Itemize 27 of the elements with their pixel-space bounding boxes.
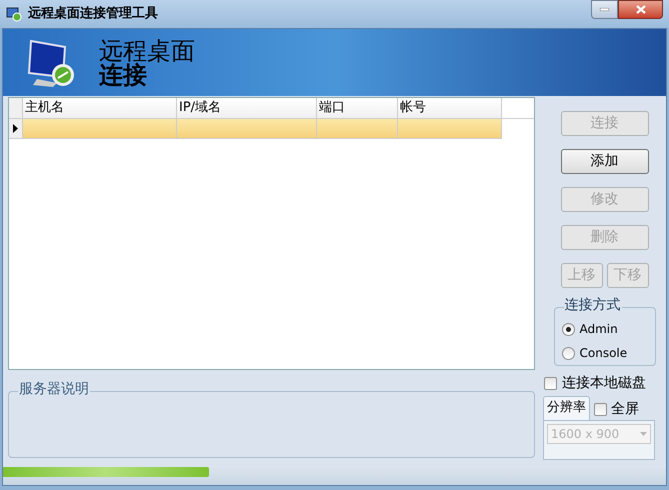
column-header[interactable]: 端口 (317, 98, 398, 118)
column-header[interactable]: 帐号 (398, 98, 502, 118)
group-label: 连接方式 (564, 296, 622, 314)
window-title: 远程桌面连接管理工具 (28, 4, 158, 24)
radio-button[interactable] (562, 322, 574, 336)
tab[interactable]: 分辨率 (543, 396, 590, 420)
close-button[interactable] (618, 0, 663, 19)
banner-title: 远程桌面 (99, 38, 195, 62)
checkbox-label: 全屏 (611, 400, 639, 418)
action-button[interactable]: 添加 (560, 149, 648, 174)
checkbox[interactable] (544, 377, 557, 390)
group-label: 服务器说明 (18, 380, 90, 398)
minimize-button[interactable] (591, 0, 618, 19)
row-header[interactable] (9, 119, 23, 138)
checkbox[interactable] (594, 402, 607, 416)
close-icon (636, 5, 646, 14)
radio-label: Console (580, 345, 628, 362)
dropdown-arrow-icon (640, 432, 647, 436)
app-icon (6, 6, 22, 22)
column-header[interactable]: 主机名 (23, 98, 177, 118)
radio-label: Admin (580, 321, 618, 338)
radio-button[interactable] (562, 346, 574, 360)
row-pointer-icon (13, 124, 18, 133)
column-header[interactable]: IP/域名 (177, 98, 317, 118)
checkbox-label: 连接本地磁盘 (562, 374, 646, 393)
banner-title: 连接 (99, 62, 148, 86)
minimize-icon (600, 8, 609, 11)
